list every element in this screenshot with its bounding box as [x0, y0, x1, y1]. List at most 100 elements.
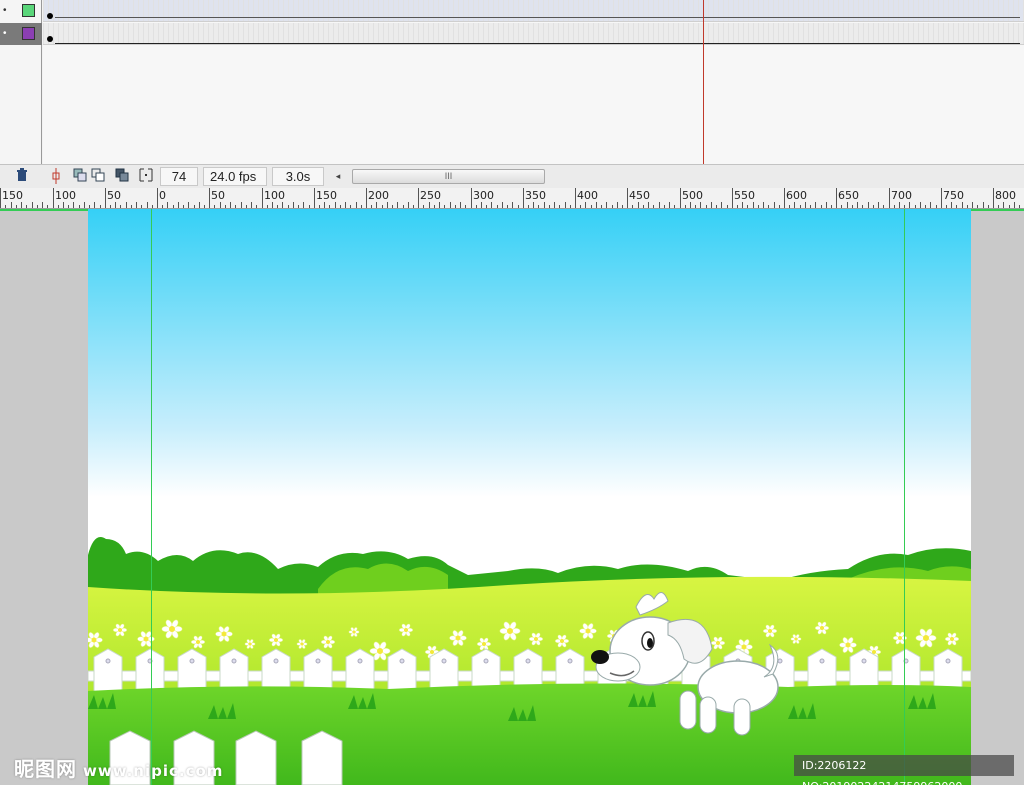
ruler-tick [680, 188, 681, 208]
picket-nail [441, 658, 447, 664]
ruler-tick [439, 202, 440, 208]
ruler-tick [434, 205, 435, 208]
ruler-tick [450, 202, 451, 208]
ruler-tick [523, 188, 524, 208]
ruler-tick [774, 202, 775, 208]
keyframe-marker[interactable] [47, 13, 53, 19]
ruler-tick [340, 205, 341, 208]
frame-rate-display[interactable]: 24.0 fps [203, 167, 267, 186]
ruler-tick [648, 202, 649, 208]
ruler-tick [758, 205, 759, 208]
ruler-label: 650 [838, 189, 859, 202]
ruler-tick [659, 202, 660, 208]
layer-row-2[interactable]: • [0, 23, 42, 45]
ruler-tick [925, 205, 926, 208]
ruler-label: 150 [2, 189, 23, 202]
ruler-tick [392, 205, 393, 208]
flash-editor-window: • • 74 24.0 fps 3.0s ◂ III 150 100 50 0 … [0, 0, 1024, 785]
ruler-tick [37, 205, 38, 208]
ruler-tick [857, 202, 858, 208]
sky [88, 209, 971, 609]
trash-icon[interactable] [14, 168, 30, 184]
onion-skin-icon[interactable] [72, 168, 88, 184]
playhead[interactable] [703, 0, 704, 164]
ruler-tick [559, 205, 560, 208]
frame-grid[interactable] [43, 0, 1024, 164]
layer-outline-color-swatch[interactable] [22, 27, 35, 40]
layer-row-1[interactable]: • [0, 0, 42, 22]
ruler-tick [852, 205, 853, 208]
ruler-tick [585, 202, 586, 208]
ruler-tick [685, 205, 686, 208]
layer-outline-color-swatch[interactable] [22, 4, 35, 17]
vertical-guide-right[interactable] [904, 209, 905, 785]
picket-nail [399, 658, 405, 664]
ruler-tick [413, 205, 414, 208]
ruler-tick [199, 202, 200, 208]
ruler-tick [674, 205, 675, 208]
ruler-tick [1014, 202, 1015, 208]
ruler-label: 500 [682, 189, 703, 202]
ruler-tick [471, 188, 472, 208]
layer-visibility-dot[interactable]: • [3, 6, 7, 16]
ruler-tick [800, 205, 801, 208]
ruler-tick [47, 205, 48, 208]
ruler-tick [533, 202, 534, 208]
ruler-tick [481, 202, 482, 208]
tween-line [55, 17, 1020, 18]
ruler-tick [303, 202, 304, 208]
ruler-tick [214, 205, 215, 208]
edit-multiple-frames-icon[interactable] [114, 168, 130, 184]
frame-row-2[interactable] [43, 23, 1024, 45]
ruler-tick [549, 205, 550, 208]
scroll-thumb[interactable]: III [352, 169, 545, 184]
ruler-tick [889, 188, 890, 208]
ruler-tick [695, 205, 696, 208]
timeline-panel: • • 74 24.0 fps 3.0s ◂ III [0, 0, 1024, 188]
ruler-tick [277, 205, 278, 208]
stage-canvas[interactable] [88, 209, 971, 785]
ruler-tick [711, 202, 712, 208]
ruler-label: 250 [420, 189, 441, 202]
ruler-tick [5, 205, 6, 208]
ruler-tick [617, 202, 618, 208]
ruler-tick [63, 202, 64, 208]
ruler-label: 100 [264, 189, 285, 202]
ruler-tick [152, 205, 153, 208]
scroll-left-arrow-icon[interactable]: ◂ [330, 168, 346, 185]
picket-nail [231, 658, 237, 664]
ruler-tick [194, 205, 195, 208]
ruler-tick [251, 202, 252, 208]
onion-skin-outlines-icon[interactable] [90, 168, 106, 184]
ruler-tick [962, 202, 963, 208]
ruler-tick [262, 188, 263, 208]
modify-onion-markers-icon[interactable] [138, 168, 154, 184]
timeline-horizontal-scrollbar[interactable]: ◂ III [330, 168, 546, 185]
ruler-tick [387, 202, 388, 208]
ruler-tick [1009, 205, 1010, 208]
ruler-tick [126, 202, 127, 208]
layer-visibility-dot[interactable]: • [3, 29, 7, 39]
ruler-tick [763, 202, 764, 208]
center-frame-icon[interactable] [48, 168, 64, 184]
ruler-tick [84, 202, 85, 208]
ruler-tick [42, 202, 43, 208]
ruler-tick [528, 205, 529, 208]
ruler-tick [335, 202, 336, 208]
ruler-tick [753, 202, 754, 208]
ruler-tick [371, 205, 372, 208]
ruler-tick [89, 205, 90, 208]
frame-row-1[interactable] [43, 0, 1024, 22]
ruler-tick [638, 202, 639, 208]
ruler-tick [690, 202, 691, 208]
keyframe-marker[interactable] [47, 36, 53, 42]
vertical-guide-left[interactable] [151, 209, 152, 785]
ruler-tick [768, 205, 769, 208]
ruler-tick [909, 202, 910, 208]
layer-list: • • [0, 0, 42, 164]
ruler-tick [183, 205, 184, 208]
ruler-tick [235, 205, 236, 208]
timeline-status-bar: 74 24.0 fps 3.0s ◂ III [0, 164, 1024, 188]
ruler-tick [497, 205, 498, 208]
ruler-tick [794, 202, 795, 208]
